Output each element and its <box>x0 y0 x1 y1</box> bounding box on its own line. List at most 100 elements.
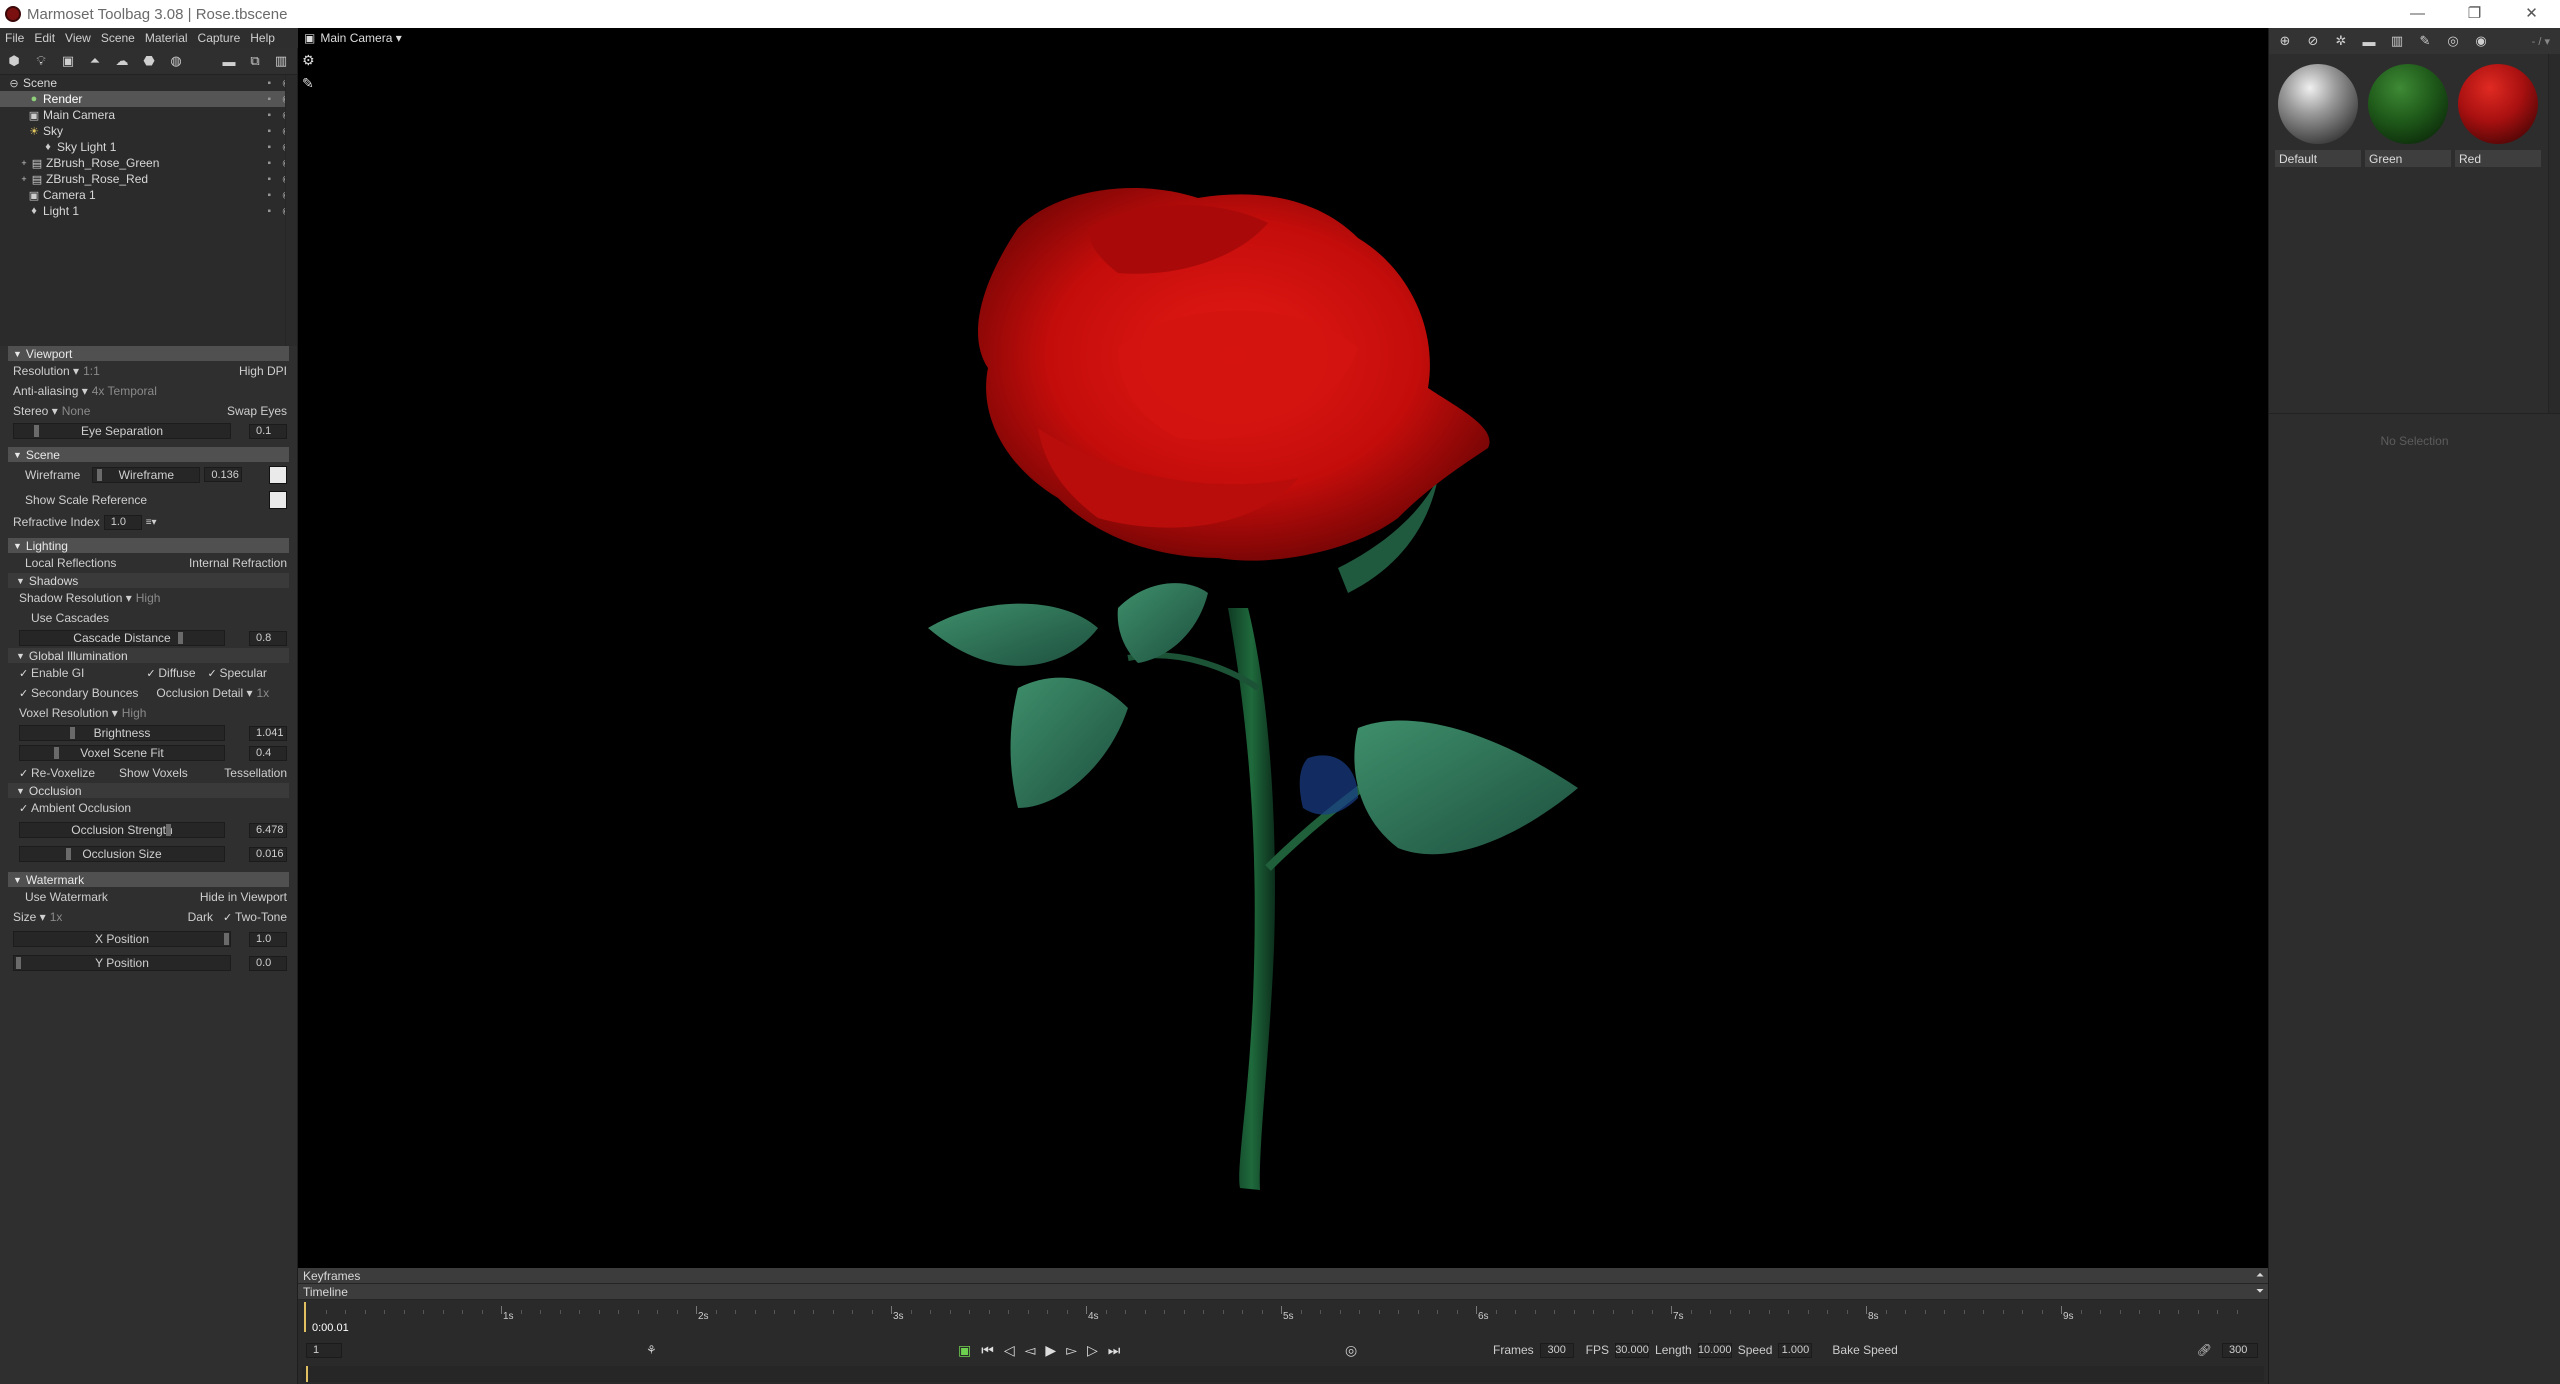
slider-handle[interactable] <box>70 727 75 739</box>
checkmark-icon[interactable]: ✓ <box>19 767 29 780</box>
show-voxels-checkbox[interactable]: Show Voxels <box>119 766 188 780</box>
occlusion-size-slider[interactable]: Occlusion Size <box>19 846 225 862</box>
subsection-shadows[interactable]: ▼ Shadows <box>8 573 289 588</box>
show-scale-checkbox-label[interactable]: Show Scale Reference <box>25 493 147 507</box>
tree-item-rose-red[interactable]: + ▤ ZBrush_Rose_Red ▪ ◉ <box>0 171 297 187</box>
slider-handle[interactable] <box>16 957 21 969</box>
material-tile-green[interactable]: Green <box>2365 64 2451 167</box>
x-position-slider[interactable]: X Position <box>13 931 231 947</box>
swap-eyes-checkbox[interactable]: Swap Eyes <box>227 404 287 418</box>
slider-handle[interactable] <box>97 468 103 481</box>
lock-icon[interactable]: ▪ <box>267 174 271 185</box>
occlusion-strength-slider[interactable]: Occlusion Strength <box>19 822 225 838</box>
x-position-input[interactable]: 1.0 <box>249 931 287 947</box>
subsection-global-illumination[interactable]: ▼ Global Illumination <box>8 648 289 663</box>
ambient-occlusion-checkbox[interactable]: Ambient Occlusion <box>31 801 131 815</box>
add-turntable-icon[interactable]: ⬣ <box>141 53 157 69</box>
menu-help[interactable]: Help <box>245 31 280 45</box>
new-material-icon[interactable]: ⊕ <box>2277 33 2293 49</box>
collapse-icon[interactable]: ⏷ <box>2256 1286 2264 1297</box>
frames-input[interactable]: 300 <box>1539 1342 1574 1358</box>
timeline-bar[interactable]: Timeline ⏷ <box>298 1284 2268 1300</box>
timeline-ruler[interactable]: 0:00.01 1s 2s 3s 4s 5s 6s 7s 8s 9s <box>298 1300 2268 1334</box>
subsection-occlusion[interactable]: ▼ Occlusion <box>8 783 289 798</box>
material-tools-icon[interactable]: ✲ <box>2333 33 2349 49</box>
occlusion-detail-dropdown[interactable]: Occlusion Detail ▾ <box>156 686 252 700</box>
cascade-distance-slider[interactable]: Cascade Distance <box>19 630 225 646</box>
cascade-distance-input[interactable]: 0.8 <box>249 630 287 646</box>
wireframe-slider[interactable]: Wireframe <box>92 466 201 483</box>
y-position-input[interactable]: 0.0 <box>249 955 287 971</box>
refractive-menu-icon[interactable]: ≡▾ <box>146 517 157 528</box>
wireframe-color-swatch[interactable] <box>269 465 287 484</box>
restore-button[interactable]: ❐ <box>2446 0 2503 28</box>
link-icon[interactable]: 🔗︎ <box>2197 1343 2212 1357</box>
expand-icon[interactable]: + <box>20 173 28 185</box>
menu-file[interactable]: File <box>0 31 29 45</box>
eye-separation-input[interactable]: 0.1 <box>249 423 287 439</box>
tree-item-sky-light[interactable]: ♦ Sky Light 1 ▪ ◉ <box>0 139 297 155</box>
occlusion-size-input[interactable]: 0.016 <box>249 846 287 862</box>
wireframe-checkbox-label[interactable]: Wireframe <box>25 468 80 482</box>
minimize-button[interactable]: — <box>2389 0 2446 28</box>
bake-speed-checkbox[interactable]: Bake Speed <box>1832 1343 1897 1357</box>
two-tone-checkbox[interactable]: Two-Tone <box>235 910 287 924</box>
tree-item-render[interactable]: ● Render ▪ ◉ <box>0 91 297 107</box>
stereo-dropdown[interactable]: Stereo ▾ <box>13 404 58 418</box>
wireframe-input[interactable]: 0.136 <box>204 467 243 482</box>
scale-color-swatch[interactable] <box>269 490 287 509</box>
frame-input[interactable]: 1 <box>306 1342 342 1358</box>
tree-item-sky[interactable]: ☀ Sky ▪ ◉ <box>0 123 297 139</box>
specular-checkbox[interactable]: Specular <box>220 666 267 680</box>
tree-item-scene[interactable]: ⊖ Scene ▪ ◉ <box>0 75 297 91</box>
slider-handle[interactable] <box>178 632 183 644</box>
lock-icon[interactable]: ▪ <box>267 142 271 153</box>
brightness-input[interactable]: 1.041 <box>249 725 287 741</box>
section-watermark[interactable]: ▼ Watermark <box>8 872 289 887</box>
close-button[interactable]: ✕ <box>2503 0 2560 28</box>
checkmark-icon[interactable]: ✓ <box>19 802 29 815</box>
lock-icon[interactable]: ▪ <box>267 78 271 89</box>
next-key-icon[interactable]: ▷ <box>1087 1342 1098 1359</box>
tree-item-camera-1[interactable]: ▣ Camera 1 ▪ ◉ <box>0 187 297 203</box>
end-frame-input[interactable]: 300 <box>2222 1342 2258 1358</box>
trash-icon[interactable]: ▥ <box>273 53 289 69</box>
timeline-scrubber[interactable] <box>302 1366 2264 1382</box>
internal-refraction-checkbox[interactable]: Internal Refraction <box>189 556 287 570</box>
voxel-scene-fit-input[interactable]: 0.4 <box>249 745 287 761</box>
checkmark-icon[interactable]: ✓ <box>223 911 233 924</box>
trash-icon[interactable]: ▥ <box>2389 33 2405 49</box>
high-dpi-checkbox[interactable]: High DPI <box>239 364 287 378</box>
voxel-resolution-dropdown[interactable]: Voxel Resolution ▾ <box>19 706 118 720</box>
material-settings-icon[interactable]: ◉ <box>2473 33 2489 49</box>
section-lighting[interactable]: ▼ Lighting <box>8 538 289 553</box>
expand-icon[interactable]: + <box>20 157 28 169</box>
section-viewport[interactable]: ▼ Viewport <box>8 346 289 361</box>
scrubber-cursor[interactable] <box>306 1366 308 1382</box>
slider-handle[interactable] <box>166 824 171 836</box>
refractive-index-input[interactable]: 1.0 <box>103 514 142 530</box>
antialiasing-dropdown[interactable]: Anti-aliasing ▾ <box>13 384 88 398</box>
hide-in-viewport-checkbox[interactable]: Hide in Viewport <box>200 890 287 904</box>
eye-separation-slider[interactable]: Eye Separation <box>13 423 231 439</box>
shadow-resolution-dropdown[interactable]: Shadow Resolution ▾ <box>19 591 132 605</box>
folder-icon[interactable]: ▬ <box>2361 33 2377 49</box>
timeline-settings-icon[interactable]: ◎ <box>1345 1342 1357 1359</box>
add-light-icon[interactable]: 💡︎ <box>33 53 49 69</box>
skip-end-icon[interactable]: ⏭ <box>1108 1342 1121 1359</box>
occlusion-strength-input[interactable]: 6.478 <box>249 822 287 838</box>
menu-material[interactable]: Material <box>140 31 193 45</box>
menu-scene[interactable]: Scene <box>96 31 140 45</box>
use-watermark-checkbox[interactable]: Use Watermark <box>25 890 108 904</box>
camera-selector[interactable]: Main Camera ▾ <box>320 31 401 45</box>
add-camera-icon[interactable]: ▣ <box>60 53 76 69</box>
secondary-bounces-checkbox[interactable]: Secondary Bounces <box>31 686 138 700</box>
slider-handle[interactable] <box>54 747 59 759</box>
checkmark-icon[interactable]: ✓ <box>19 667 29 680</box>
library-zoom[interactable]: - / ▾ <box>2532 35 2560 48</box>
menu-capture[interactable]: Capture <box>193 31 246 45</box>
lock-icon[interactable]: ▪ <box>267 110 271 121</box>
3d-viewport[interactable]: ⚙ ✎ <box>298 48 2268 1268</box>
assign-material-icon[interactable]: ◎ <box>2445 33 2461 49</box>
keyframe-tool-icon[interactable]: ⚘ <box>646 1343 657 1357</box>
